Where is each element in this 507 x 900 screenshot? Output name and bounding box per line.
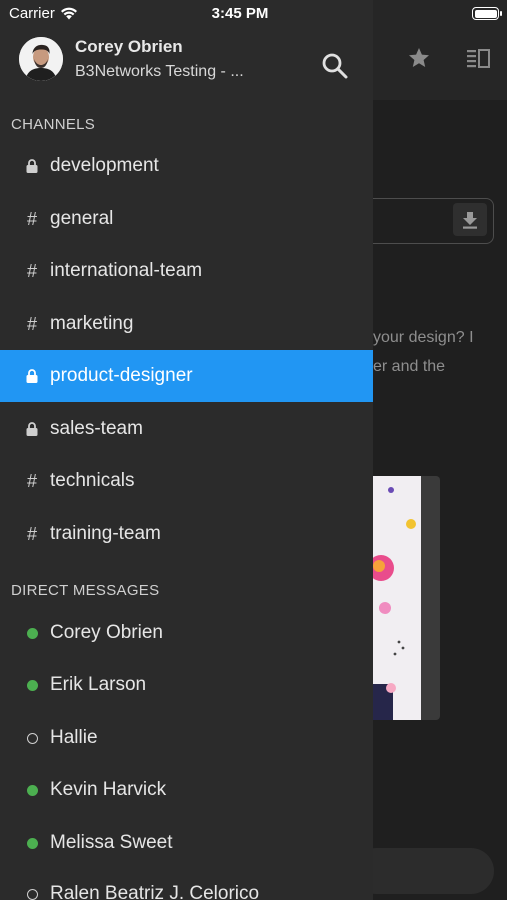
channel-label: international-team — [50, 260, 203, 281]
offline-status-icon — [23, 728, 41, 748]
dm-label: Erik Larson — [50, 674, 147, 695]
channel-item-international-team[interactable]: # international-team — [0, 245, 373, 297]
channel-label: sales-team — [50, 418, 143, 439]
lock-icon — [23, 366, 41, 386]
navigation-drawer: Corey Obrien B3Networks Testing - ... CH… — [0, 0, 373, 900]
channel-label: general — [50, 208, 114, 229]
battery-icon — [472, 7, 502, 20]
channel-item-product-designer[interactable]: product-designer — [0, 350, 373, 402]
channel-item-sales-team[interactable]: sales-team — [0, 403, 373, 455]
message-line: er and the — [373, 358, 446, 375]
download-button[interactable] — [453, 203, 487, 236]
workspace-name: B3Networks Testing - ... — [75, 63, 244, 80]
avatar[interactable] — [19, 37, 63, 81]
hash-icon: # — [26, 470, 37, 491]
message-text: your design? I er and the — [373, 323, 507, 381]
dm-item-erik-larson[interactable]: Erik Larson — [0, 659, 373, 711]
channel-item-development[interactable]: development — [0, 140, 373, 192]
hash-icon: # — [26, 313, 37, 334]
lock-icon — [23, 419, 41, 439]
channel-label: development — [50, 155, 159, 176]
channel-item-training-team[interactable]: # training-team — [0, 508, 373, 560]
dm-label: Hallie — [50, 727, 98, 748]
dm-label: Melissa Sweet — [50, 832, 173, 853]
status-time: 3:45 PM — [211, 5, 269, 22]
message-input-bar[interactable] — [373, 848, 494, 894]
hash-icon: # — [26, 208, 37, 229]
user-avatar-icon — [19, 37, 63, 81]
online-status-icon — [23, 780, 41, 800]
image-attachment[interactable] — [373, 476, 440, 720]
dm-label: Kevin Harvick — [50, 779, 167, 800]
channel-item-technicals[interactable]: # technicals — [0, 455, 373, 507]
channel-view-background: your design? I er and the — [373, 0, 507, 900]
image-content — [373, 487, 416, 720]
dm-item-corey-obrien[interactable]: Corey Obrien — [0, 607, 373, 659]
profile-header[interactable]: Corey Obrien B3Networks Testing - ... — [0, 36, 373, 88]
status-bar: Carrier 3:45 PM — [0, 0, 507, 28]
channel-label: training-team — [50, 523, 161, 544]
search-icon[interactable] — [319, 50, 351, 82]
channel-label: product-designer — [50, 365, 193, 386]
dm-item-melissa-sweet[interactable]: Melissa Sweet — [0, 817, 373, 869]
direct-messages-section-header: DIRECT MESSAGES — [11, 582, 160, 599]
hash-icon: # — [26, 523, 37, 544]
dm-label: Corey Obrien — [50, 622, 163, 643]
channels-section-header: CHANNELS — [11, 116, 96, 133]
user-name: Corey Obrien — [75, 37, 183, 56]
dm-item-ralen-beatriz-j-celorico[interactable]: Ralen Beatriz J. Celorico — [0, 868, 373, 900]
dm-label: Ralen Beatriz J. Celorico — [50, 883, 260, 900]
online-status-icon — [23, 675, 41, 695]
channel-label: marketing — [50, 313, 134, 334]
channel-item-general[interactable]: # general — [0, 193, 373, 245]
online-status-icon — [23, 833, 41, 853]
channel-label: technicals — [50, 470, 135, 491]
channel-item-marketing[interactable]: # marketing — [0, 298, 373, 350]
lock-icon — [23, 156, 41, 176]
sidebar-panel-icon[interactable] — [466, 48, 490, 70]
hash-icon: # — [26, 260, 37, 281]
download-icon — [463, 211, 477, 229]
image-thumbnail — [373, 476, 421, 720]
star-icon[interactable] — [407, 46, 431, 70]
offline-status-icon — [23, 884, 41, 900]
dm-item-hallie[interactable]: Hallie — [0, 712, 373, 764]
message-line: your design? I — [373, 329, 474, 346]
online-status-icon — [23, 623, 41, 643]
dm-item-kevin-harvick[interactable]: Kevin Harvick — [0, 764, 373, 816]
